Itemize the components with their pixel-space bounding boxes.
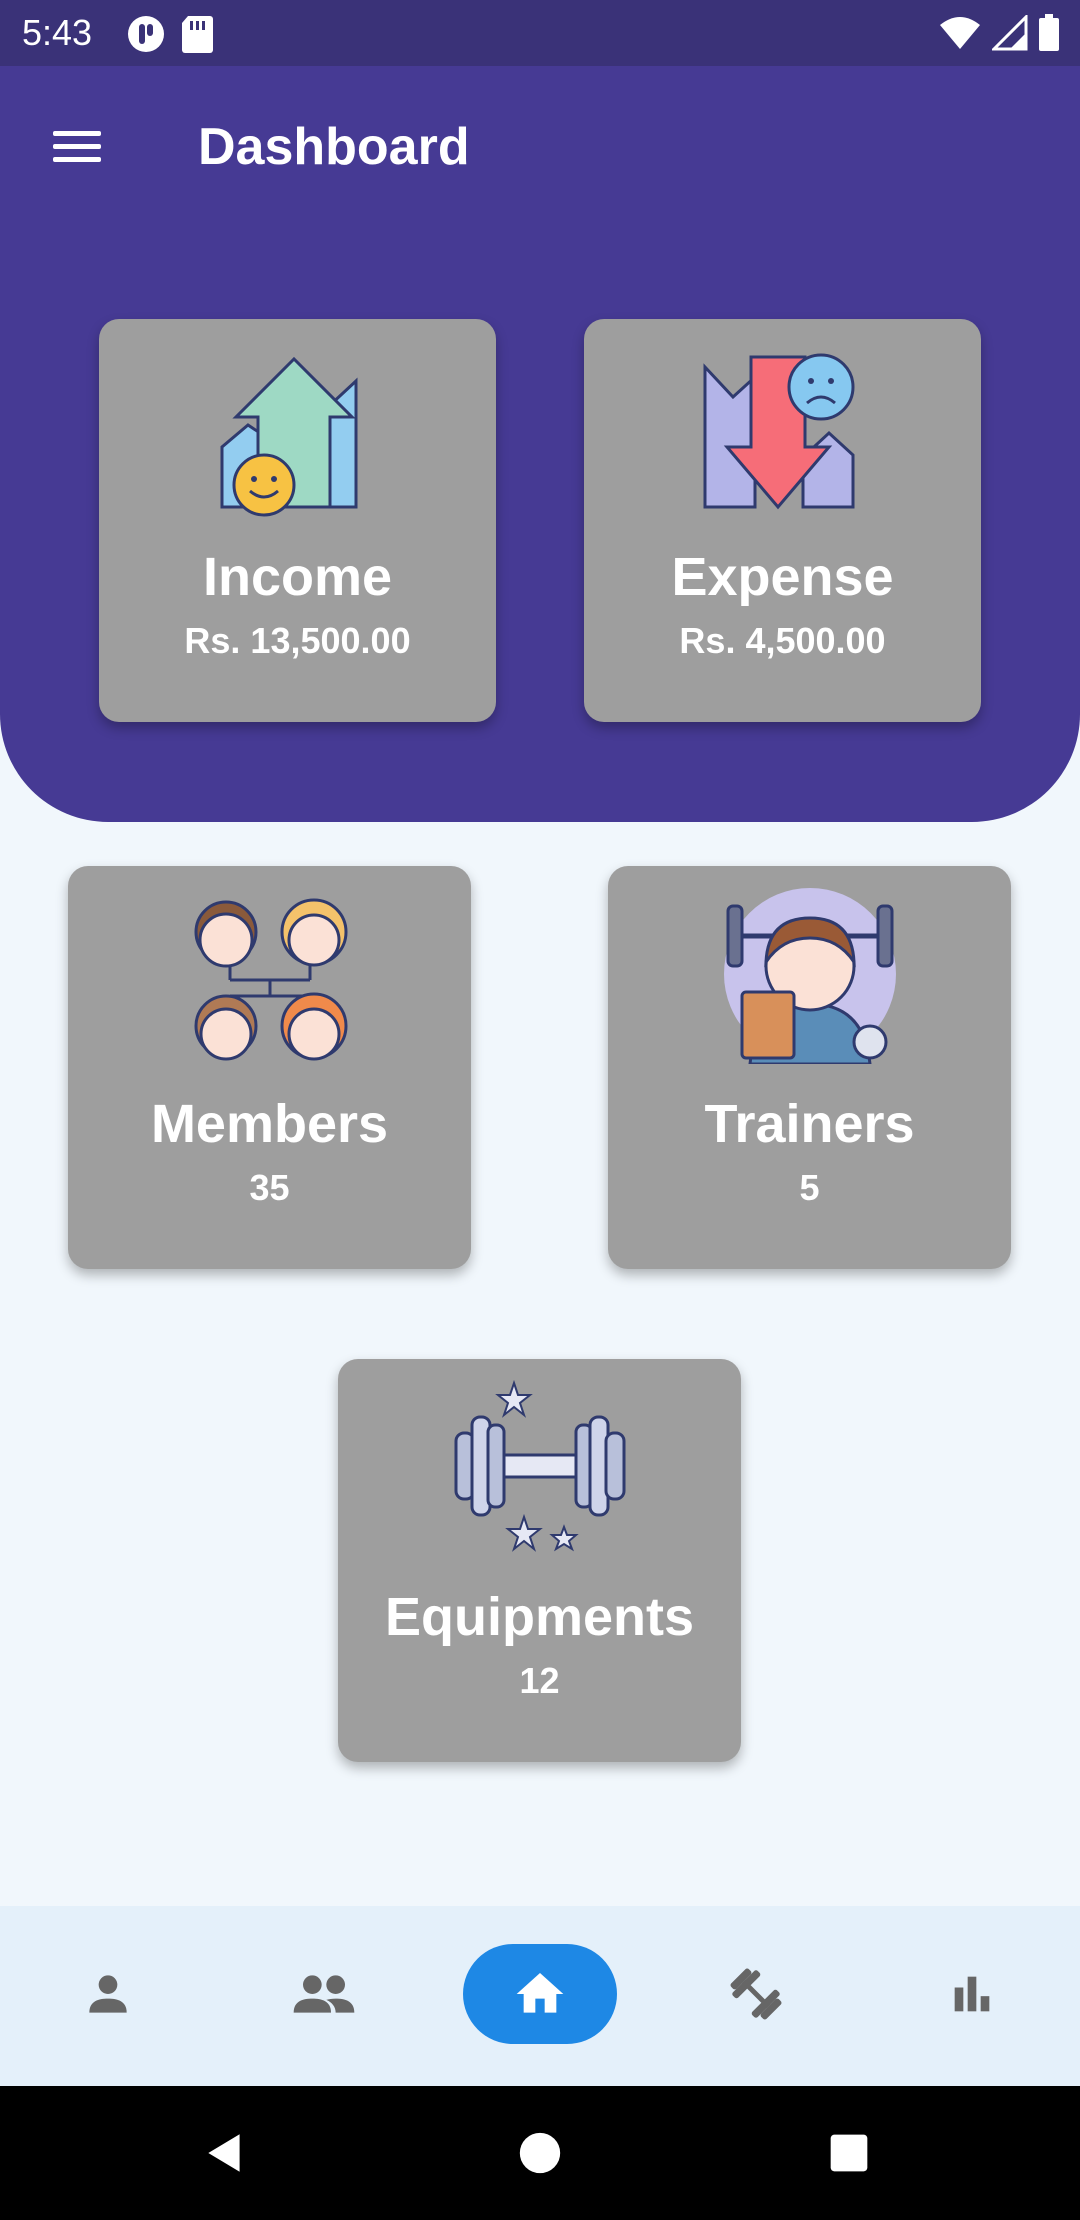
menu-button[interactable] — [40, 110, 114, 184]
status-system-icons — [938, 14, 1060, 52]
nav-reports[interactable] — [895, 1944, 1049, 2044]
group-icon — [293, 1975, 355, 2013]
members-title: Members — [150, 1094, 389, 1154]
hamburger-menu-icon — [53, 131, 101, 162]
nav-profile[interactable] — [31, 1944, 185, 2044]
expense-card[interactable]: Expense Rs. 4,500.00 — [584, 319, 981, 722]
equipments-card[interactable]: Equipments 12 — [338, 1359, 741, 1762]
status-notification-icons — [126, 14, 214, 54]
trainers-card[interactable]: Trainers 5 — [608, 866, 1011, 1269]
recents-icon — [830, 2134, 868, 2172]
system-recents-button[interactable] — [806, 2110, 892, 2196]
sd-card-icon — [182, 16, 213, 53]
equipments-title: Equipments — [384, 1587, 695, 1647]
system-home-button[interactable] — [497, 2110, 583, 2196]
person-icon — [89, 1975, 127, 2013]
income-chart-icon — [220, 356, 357, 517]
app-notification-icon — [128, 16, 164, 52]
bottom-navigation — [0, 1906, 1080, 2086]
home-icon — [516, 1973, 564, 2013]
back-icon — [208, 2134, 240, 2172]
home-circle-icon — [519, 2132, 561, 2174]
trainer-icon — [723, 888, 896, 1064]
income-card[interactable]: Income Rs. 13,500.00 — [99, 319, 496, 722]
expense-title: Expense — [671, 547, 894, 607]
members-value: 35 — [249, 1167, 290, 1208]
system-navigation-bar — [0, 2086, 1080, 2220]
equipments-value: 12 — [519, 1660, 560, 1701]
system-back-button[interactable] — [182, 2110, 268, 2196]
fitness-icon — [730, 1968, 782, 2020]
income-value: Rs. 13,500.00 — [184, 620, 411, 661]
dumbbell-icon — [454, 1379, 625, 1552]
wifi-icon — [940, 17, 980, 49]
page-title: Dashboard — [198, 118, 470, 176]
trainers-value: 5 — [799, 1167, 820, 1208]
nav-equipments[interactable] — [679, 1944, 833, 2044]
income-title: Income — [202, 547, 393, 607]
members-card[interactable]: Members 35 — [68, 866, 471, 1269]
expense-chart-icon — [703, 353, 854, 510]
status-time: 5:43 — [22, 12, 93, 53]
bar-chart-icon — [954, 1976, 990, 2012]
nav-members[interactable] — [247, 1944, 401, 2044]
trainers-title: Trainers — [704, 1094, 915, 1154]
expense-value: Rs. 4,500.00 — [679, 620, 886, 661]
status-bar: 5:43 — [0, 0, 1080, 66]
members-group-icon — [194, 898, 347, 1061]
cellular-signal-icon — [992, 15, 1028, 51]
nav-home[interactable] — [463, 1944, 617, 2044]
battery-icon — [1039, 14, 1059, 51]
